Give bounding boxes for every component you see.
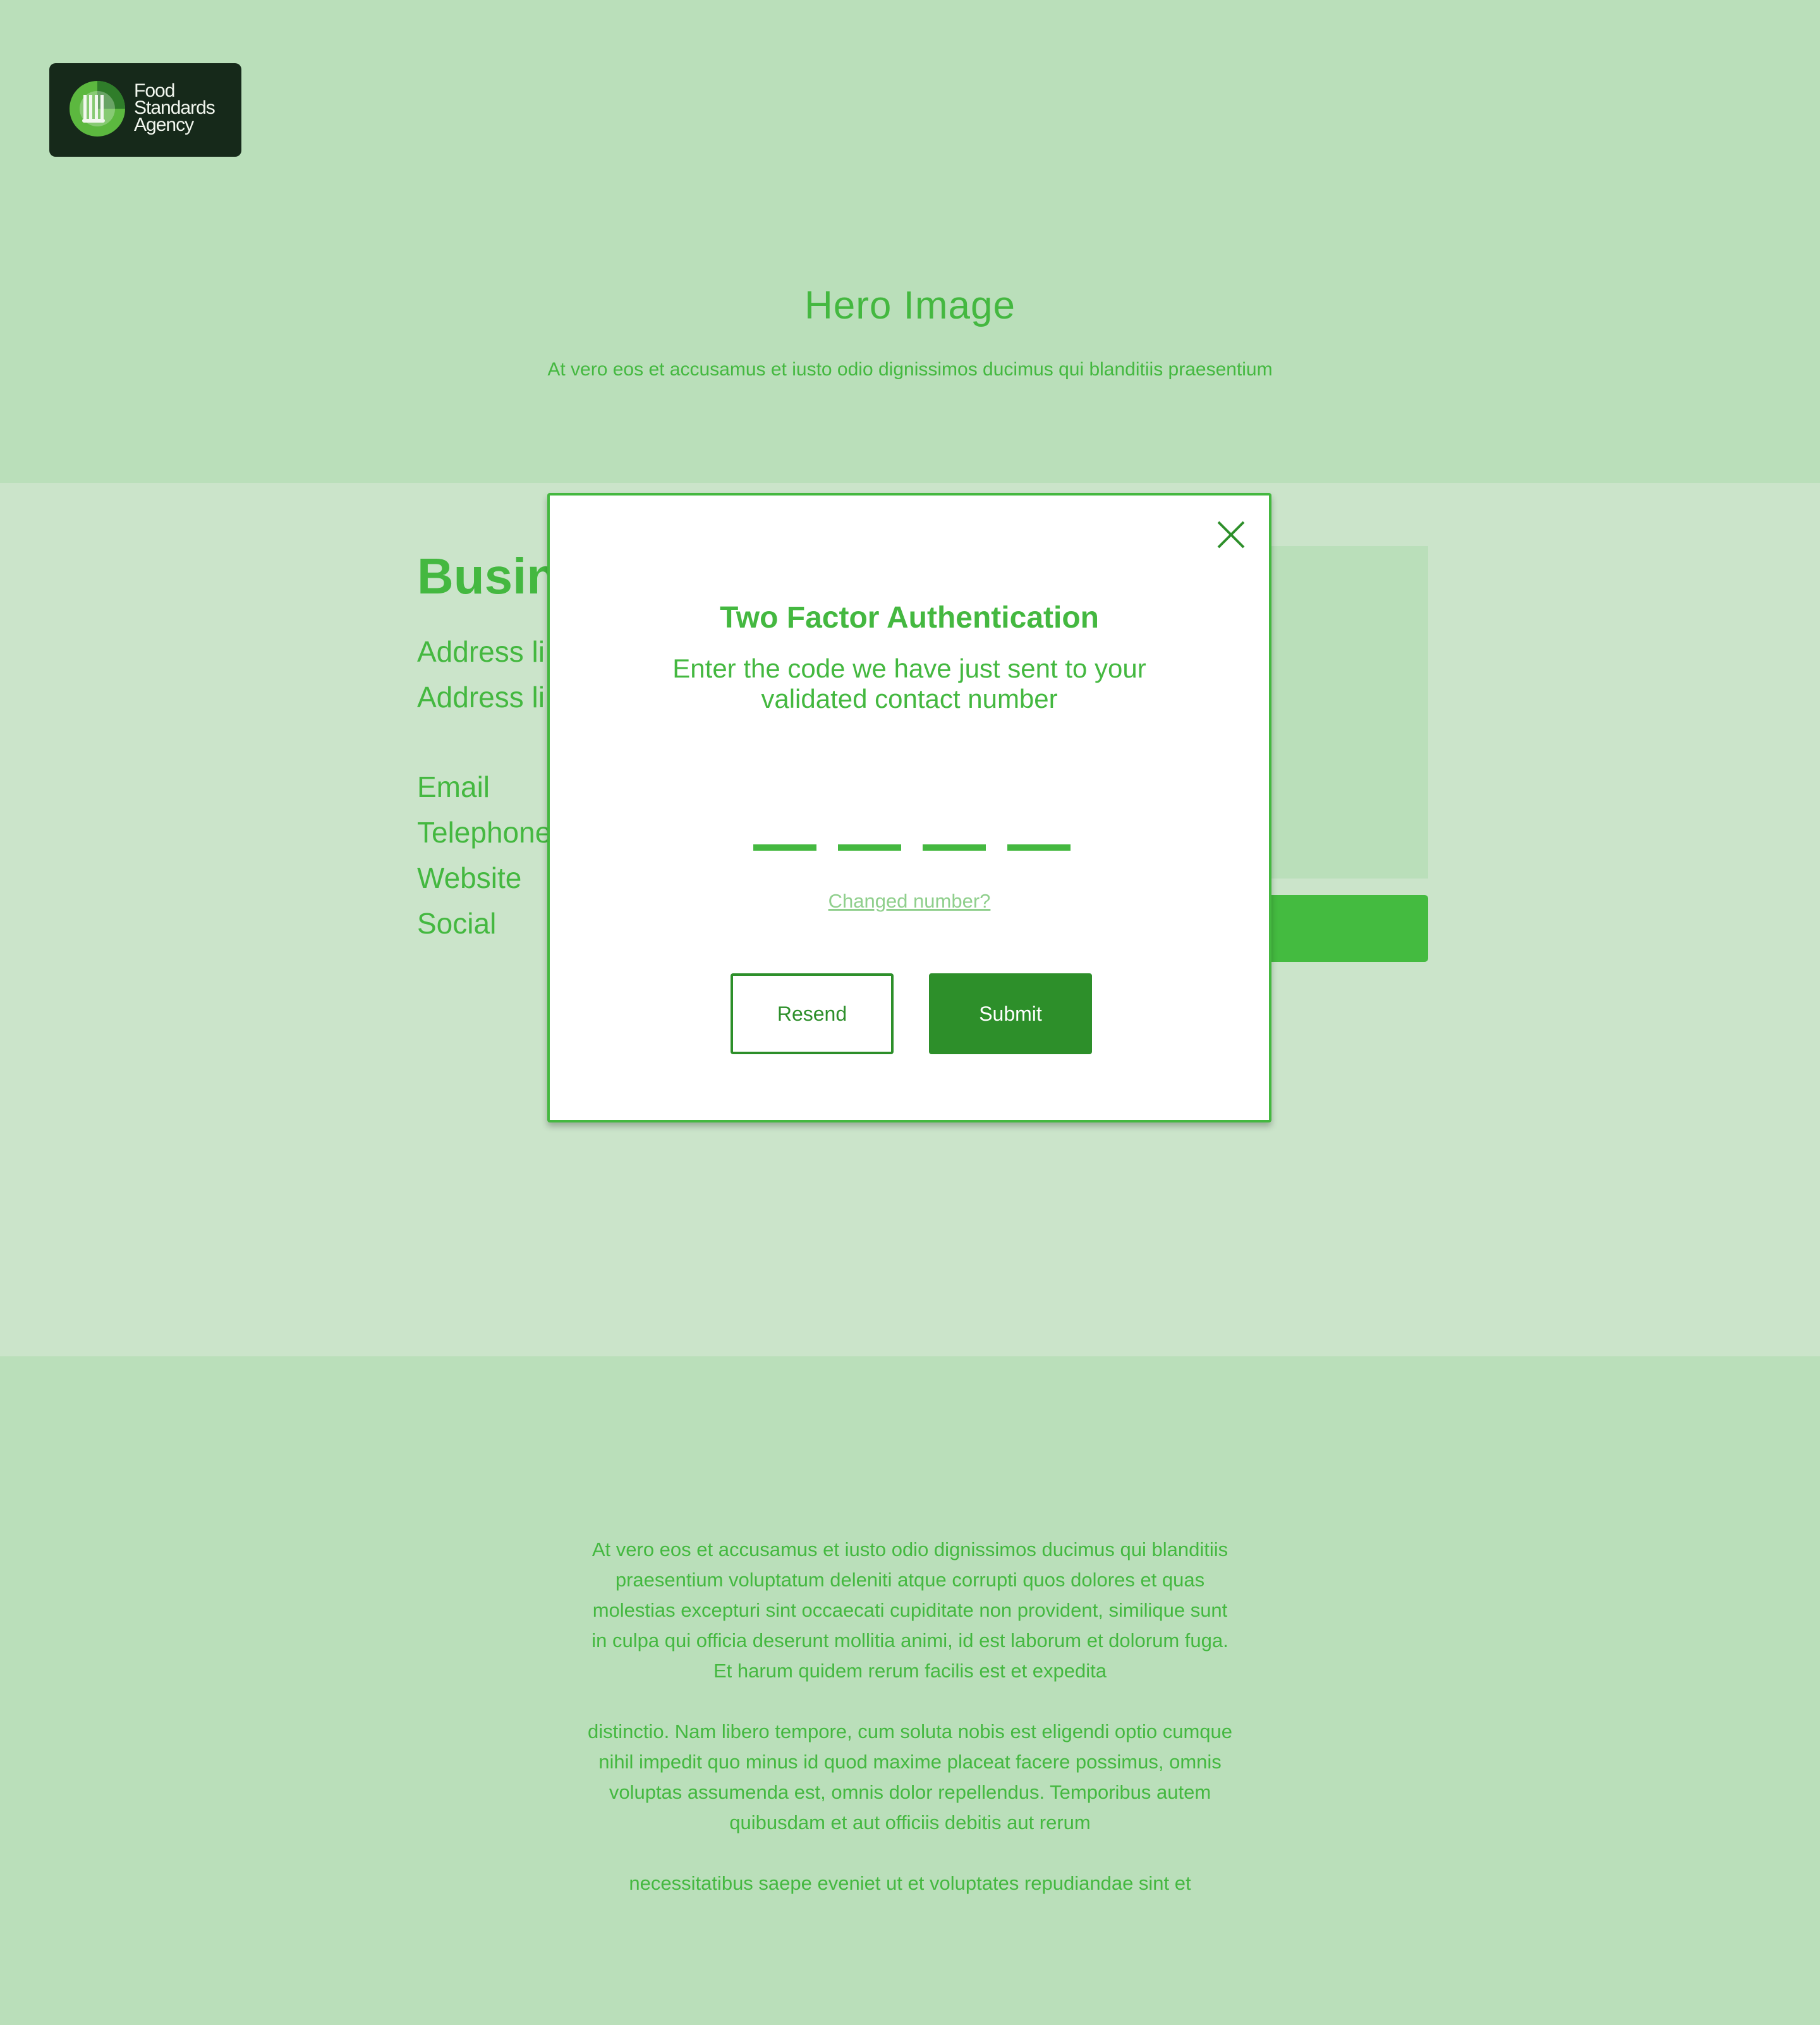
footer-line: molestias excepturi sint occaecati cupid… [592, 1599, 1228, 1621]
business-title: Busin [417, 548, 558, 604]
footer-line: necessitatibus saepe eveniet ut et volup… [629, 1872, 1191, 1894]
code-digit-3[interactable] [923, 844, 986, 851]
footer-paragraph-2: distinctio. Nam libero tempore, cum solu… [556, 1717, 1264, 1838]
footer-line: At vero eos et accusamus et iusto odio d… [592, 1538, 1228, 1560]
footer-line: distinctio. Nam libero tempore, cum solu… [587, 1720, 1233, 1742]
contact-telephone: Telephone [417, 816, 552, 849]
food-standards-agency-logo[interactable]: Food Standards Agency [49, 63, 241, 157]
code-digit-1[interactable] [753, 844, 816, 851]
close-icon[interactable] [1216, 520, 1246, 550]
submit-button[interactable]: Submit [929, 973, 1092, 1054]
footer-line: praesentium voluptatum deleniti atque co… [615, 1569, 1205, 1591]
hero-section: Food Standards Agency Hero Image At vero… [0, 0, 1820, 483]
footer-section: At vero eos et accusamus et iusto odio d… [0, 1356, 1820, 2025]
modal-instructions: Enter the code we have just sent to your… [657, 654, 1162, 714]
code-digit-2[interactable] [838, 844, 901, 851]
resend-button[interactable]: Resend [731, 973, 894, 1054]
map-panel [1264, 546, 1428, 879]
footer-line: in culpa qui officia deserunt mollitia a… [592, 1629, 1228, 1651]
contact-email: Email [417, 770, 490, 803]
side-action-button[interactable] [1264, 895, 1428, 962]
hero-subtitle: At vero eos et accusamus et iusto odio d… [547, 359, 1273, 380]
logo-line-3: Agency [134, 114, 194, 135]
logo-line-1: Food [134, 80, 175, 101]
footer-line: nihil impedit quo minus id quod maxime p… [598, 1751, 1222, 1773]
changed-number-link[interactable]: Changed number? [550, 890, 1269, 913]
footer-line: voluptas assumenda est, omnis dolor repe… [609, 1781, 1211, 1803]
logo-wordmark: Food Standards Agency [134, 80, 215, 135]
two-factor-modal: Two Factor Authentication Enter the code… [547, 493, 1271, 1122]
modal-instructions-line-1: Enter the code we have just sent to your [672, 654, 1146, 683]
footer-paragraph-3: necessitatibus saepe eveniet ut et volup… [556, 1868, 1264, 1899]
address-line-2: Address li [417, 681, 545, 714]
hero-title: Hero Image [804, 284, 1016, 327]
address-line-1: Address li [417, 635, 545, 668]
fork-emblem-icon [70, 81, 125, 137]
footer-paragraph-1: At vero eos et accusamus et iusto odio d… [556, 1535, 1264, 1686]
modal-title: Two Factor Authentication [720, 601, 1099, 635]
code-digit-4[interactable] [1007, 844, 1071, 851]
contact-website: Website [417, 861, 522, 894]
modal-instructions-line-2: validated contact number [761, 684, 1058, 714]
footer-line: Et harum quidem rerum facilis est et exp… [713, 1660, 1107, 1682]
footer-line: quibusdam et aut officiis debitis aut re… [729, 1811, 1091, 1833]
contact-social: Social [417, 907, 497, 940]
logo-line-2: Standards [134, 97, 215, 118]
